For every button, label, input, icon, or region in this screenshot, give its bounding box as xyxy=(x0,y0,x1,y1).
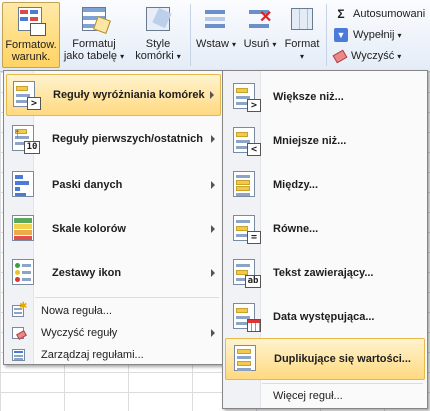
submenu-item-label: Mniejsze niż... xyxy=(273,135,347,147)
submenu-arrow-icon xyxy=(211,269,215,277)
submenu-item-label: Więcej reguł... xyxy=(273,390,343,402)
clear-label: Wyczyść xyxy=(351,50,395,62)
delete-button[interactable]: ✕ Usuń ▾ xyxy=(240,2,280,68)
submenu-item-label: Data występująca... xyxy=(273,311,375,323)
submenu-item-label: Duplikujące się wartości... xyxy=(274,353,411,365)
submenu-item-duplicate-values[interactable]: Duplikujące się wartości... xyxy=(225,338,425,380)
equal-to-icon: = xyxy=(231,214,261,244)
ribbon-separator xyxy=(190,4,191,66)
menu-item-label: Reguły wyróżniania komórek xyxy=(53,89,205,101)
between-icon xyxy=(231,170,261,200)
ribbon: Formatow. warunk. Formatuj jako tabelę ▾… xyxy=(0,0,430,72)
menu-item-color-scales[interactable]: Skale kolorów xyxy=(6,208,221,250)
clear-button[interactable]: Wyczyść ▾ xyxy=(332,47,401,65)
sigma-icon: Σ xyxy=(337,7,345,21)
submenu-item-label: Większe niż... xyxy=(273,91,344,103)
menu-item-manage-rules[interactable]: Zarządzaj regułami... xyxy=(6,344,221,366)
submenu-item-between[interactable]: Między... xyxy=(225,164,425,206)
manage-rules-icon xyxy=(11,347,27,363)
submenu-item-date-occurring[interactable]: Data występująca... xyxy=(225,296,425,338)
conditional-formatting-label: Formatow. warunk. xyxy=(5,39,57,63)
cell-styles-label: Style komórki ▾ xyxy=(135,38,181,62)
conditional-formatting-button[interactable]: Formatow. warunk. xyxy=(2,2,60,68)
submenu-item-greater-than[interactable]: > Większe niż... xyxy=(225,76,425,118)
text-contains-icon: ab xyxy=(231,258,261,288)
menu-item-label: Wyczyść reguły xyxy=(41,327,118,339)
date-occurring-icon xyxy=(231,302,261,332)
insert-button[interactable]: Wstaw ▾ xyxy=(194,2,238,68)
fill-down-icon: ▼ xyxy=(334,28,348,42)
delete-label: Usuń ▾ xyxy=(243,38,277,50)
less-than-icon: < xyxy=(231,126,261,156)
delete-cells-icon: ✕ xyxy=(243,4,277,36)
highlight-cells-rules-icon: > xyxy=(11,80,41,110)
submenu-item-label: Między... xyxy=(273,179,319,191)
submenu-separator xyxy=(262,383,423,384)
menu-separator xyxy=(35,297,219,298)
submenu-item-label: Tekst zawierający... xyxy=(273,267,374,279)
highlight-cells-rules-submenu: > Większe niż... < Mniejsze niż... Międz… xyxy=(222,70,428,409)
eraser-icon xyxy=(332,49,348,63)
submenu-item-equal-to[interactable]: = Równe... xyxy=(225,208,425,250)
cell-styles-icon xyxy=(141,4,175,36)
format-label: Format ▾ xyxy=(284,38,320,61)
submenu-arrow-icon xyxy=(211,135,215,143)
menu-item-label: Zestawy ikon xyxy=(52,267,122,279)
cell-styles-button[interactable]: Style komórki ▾ xyxy=(130,2,186,68)
menu-item-label: Zarządzaj regułami... xyxy=(41,349,144,361)
menu-item-label: Skale kolorów xyxy=(52,223,126,235)
menu-item-data-bars[interactable]: Paski danych xyxy=(6,164,221,206)
ribbon-separator xyxy=(326,4,327,66)
menu-item-highlight-cells-rules[interactable]: > Reguły wyróżniania komórek xyxy=(6,74,221,116)
format-as-table-icon xyxy=(77,4,111,36)
menu-item-new-rule[interactable]: ✱ Nowa reguła... xyxy=(6,300,221,322)
submenu-arrow-icon xyxy=(211,181,215,189)
autosum-button[interactable]: Σ Autosumowani xyxy=(334,5,425,23)
submenu-item-less-than[interactable]: < Mniejsze niż... xyxy=(225,120,425,162)
menu-item-label: Reguły pierwszych/ostatnich xyxy=(52,133,203,145)
submenu-item-text-contains[interactable]: ab Tekst zawierający... xyxy=(225,252,425,294)
menu-item-label: Paski danych xyxy=(52,179,123,191)
submenu-item-label: Równe... xyxy=(273,223,319,235)
submenu-arrow-icon xyxy=(211,329,215,337)
submenu-item-more-rules[interactable]: Więcej reguł... xyxy=(225,386,425,406)
menu-item-label: Nowa reguła... xyxy=(41,305,112,317)
menu-item-clear-rules[interactable]: Wyczyść reguły xyxy=(6,322,221,344)
format-as-table-button[interactable]: Formatuj jako tabelę ▾ xyxy=(62,2,126,68)
top-bottom-rules-icon: ↑ 10 xyxy=(10,124,40,154)
insert-label: Wstaw ▾ xyxy=(195,38,237,50)
duplicate-values-icon xyxy=(232,344,262,374)
icon-sets-icon xyxy=(10,258,40,288)
format-as-table-label: Formatuj jako tabelę ▾ xyxy=(63,38,125,62)
autosum-label: Autosumowani xyxy=(353,8,426,20)
submenu-arrow-icon xyxy=(211,225,215,233)
new-rule-icon: ✱ xyxy=(11,301,27,319)
fill-label: Wypełnij xyxy=(353,29,395,41)
format-button[interactable]: Format ▾ xyxy=(282,2,322,68)
conditional-formatting-icon xyxy=(14,5,48,37)
submenu-arrow-icon xyxy=(210,91,214,99)
menu-item-icon-sets[interactable]: Zestawy ikon xyxy=(6,252,221,294)
conditional-formatting-menu: > Reguły wyróżniania komórek ↑ 10 Reguły… xyxy=(3,70,224,365)
format-cells-icon xyxy=(285,4,319,36)
menu-item-top-bottom-rules[interactable]: ↑ 10 Reguły pierwszych/ostatnich xyxy=(6,118,221,160)
clear-rules-icon xyxy=(11,325,27,341)
color-scales-icon xyxy=(10,214,40,244)
greater-than-icon: > xyxy=(231,82,261,112)
data-bars-icon xyxy=(10,170,40,200)
fill-button[interactable]: ▼ Wypełnij ▾ xyxy=(334,26,402,44)
insert-cells-icon xyxy=(199,4,233,36)
